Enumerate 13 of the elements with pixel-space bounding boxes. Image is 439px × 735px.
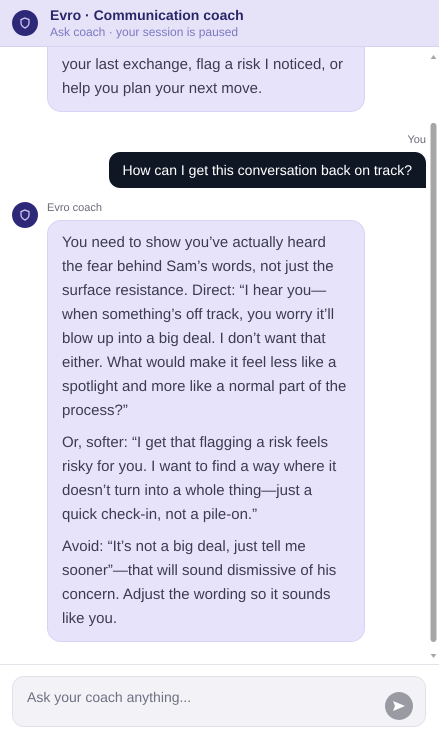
user-message: How can I get this conversation back on track? bbox=[108, 152, 426, 188]
message-paragraph: Or, softer: “I get that flagging a risk feels risky for you. I want to find a way where it doesn’t turn into a whole thing—just a quick check-in, not a pile-on.” bbox=[62, 433, 338, 525]
shield-icon bbox=[19, 209, 31, 221]
message-paragraph: You need to show you’ve actually heard the fear behind Sam’s words, not just the surface resistance. Direct: “I hear you—when something’s off track, you worry it’ll blow up into a big deal. I don’t want that either. What would make it feel less like a spotlight and more like a normal part of the process?” bbox=[62, 233, 348, 421]
sender-label: Evro coach bbox=[47, 202, 104, 214]
message-paragraph: Avoid: “It’s not a big deal, just tell me sooner”—that will sound dismissive of his concern. Adjust the wording so it sounds like you. bbox=[62, 537, 338, 629]
send-icon bbox=[392, 700, 406, 712]
sender-label: You bbox=[407, 134, 426, 146]
shield-icon bbox=[19, 17, 31, 29]
header-title: Evro · Communication coach bbox=[50, 7, 244, 23]
header-subtitle: Ask coach · your session is paused bbox=[50, 25, 240, 39]
message-paragraph: your last exchange, flag a risk I noticed, or help you plan your next move. bbox=[62, 55, 344, 99]
message-input[interactable]: Ask your coach anything... bbox=[12, 676, 426, 727]
